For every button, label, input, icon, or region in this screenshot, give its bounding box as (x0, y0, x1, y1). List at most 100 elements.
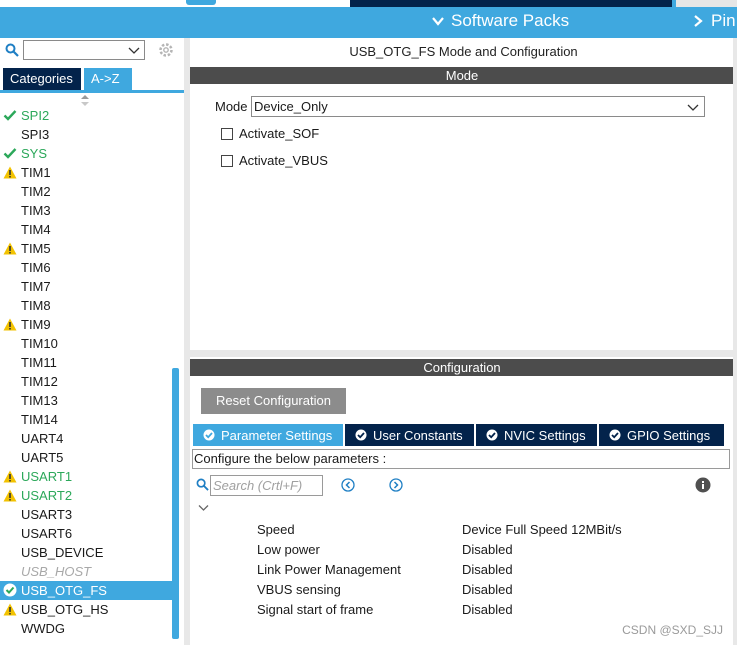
next-result-icon[interactable] (389, 478, 403, 492)
chevron-down-icon[interactable] (128, 44, 140, 56)
top-tab-strip-light (676, 0, 737, 7)
sidebar-item-label: TIM1 (21, 165, 51, 180)
configure-parameters-info: Configure the below parameters : (192, 449, 730, 469)
top-tab-strip-dark (350, 0, 672, 7)
sidebar-scrollbar-thumb[interactable] (172, 368, 179, 639)
component-list: SPI2 SPI3 SYS TIM1 TIM2 TIM3 TIM4 TIM5 TIM6 TIM7 T… (0, 106, 172, 638)
sidebar-item-tim13[interactable]: TIM13 (0, 391, 172, 410)
tab-parameter-settings[interactable]: Parameter Settings (193, 424, 343, 446)
sidebar-item-spi3[interactable]: SPI3 (0, 125, 172, 144)
sidebar-item-usart3[interactable]: USART3 (0, 505, 172, 524)
sidebar-item-uart5[interactable]: UART5 (0, 448, 172, 467)
sidebar-item-tim8[interactable]: TIM8 (0, 296, 172, 315)
sidebar-search-input[interactable] (23, 40, 145, 60)
activate-vbus-option[interactable]: Activate_VBUS (221, 153, 328, 168)
sidebar-item-label: TIM9 (21, 317, 51, 332)
previous-result-icon[interactable] (341, 478, 355, 492)
sidebar-item-tim6[interactable]: TIM6 (0, 258, 172, 277)
parameter-row[interactable]: Low power Disabled (257, 540, 717, 560)
activate-sof-checkbox[interactable] (221, 127, 233, 140)
sidebar-item-usb-otg-hs[interactable]: USB_OTG_HS (0, 600, 172, 619)
sidebar-item-label: UART5 (21, 450, 64, 465)
sidebar-item-tim7[interactable]: TIM7 (0, 277, 172, 296)
pinout-menu[interactable]: Pin (691, 11, 736, 31)
warning-icon (3, 489, 17, 502)
check-circle-icon (609, 429, 621, 441)
parameter-search-input[interactable]: Search (Crtl+F) (210, 475, 323, 496)
chevron-down-icon (432, 17, 444, 26)
sidebar-item-tim1[interactable]: TIM1 (0, 163, 172, 182)
parameter-row[interactable]: VBUS sensing Disabled (257, 580, 717, 600)
sidebar-item-label: TIM2 (21, 184, 51, 199)
tab-nvic-settings[interactable]: NVIC Settings (476, 424, 597, 446)
sidebar-item-label: TIM13 (21, 393, 58, 408)
check-circle-icon (3, 583, 17, 597)
sidebar-item-usart1[interactable]: USART1 (0, 467, 172, 486)
parameter-row[interactable]: Speed Device Full Speed 12MBit/s (257, 520, 717, 540)
check-circle-icon (486, 429, 498, 441)
parameter-name: VBUS sensing (257, 582, 341, 597)
parameter-row[interactable]: Signal start of frame Disabled (257, 600, 717, 620)
sidebar-item-label: TIM14 (21, 412, 58, 427)
tab-gpio-settings[interactable]: GPIO Settings (599, 424, 724, 446)
check-circle-icon (355, 429, 367, 441)
warning-icon (3, 166, 17, 179)
tab-a-to-z[interactable]: A->Z (84, 68, 132, 90)
sort-icon[interactable] (80, 95, 90, 106)
sidebar-item-tim3[interactable]: TIM3 (0, 201, 172, 220)
software-packs-menu[interactable]: Software Packs (431, 11, 569, 31)
parameter-name: Signal start of frame (257, 602, 374, 617)
parameter-row[interactable]: Link Power Management Disabled (257, 560, 717, 580)
parameter-value: Disabled (462, 542, 513, 557)
check-icon (3, 148, 17, 159)
sidebar-item-usart2[interactable]: USART2 (0, 486, 172, 505)
sidebar-item-label: TIM6 (21, 260, 51, 275)
reset-configuration-button[interactable]: Reset Configuration (201, 388, 346, 414)
chevron-right-icon (694, 15, 703, 27)
mode-select-value: Device_Only (254, 99, 328, 114)
info-icon[interactable] (695, 477, 711, 493)
tab-label: User Constants (373, 427, 463, 443)
sidebar-item-label: USART1 (21, 469, 73, 484)
configuration-tabs: Parameter Settings User Constants NVIC S… (193, 424, 724, 446)
sidebar-item-tim9[interactable]: TIM9 (0, 315, 172, 334)
mode-select[interactable]: Device_Only (251, 96, 705, 117)
sidebar-item-wwdg[interactable]: WWDG (0, 619, 172, 638)
tab-user-constants[interactable]: User Constants (345, 424, 474, 446)
tab-categories[interactable]: Categories (3, 68, 81, 90)
parameter-value: Disabled (462, 562, 513, 577)
sidebar-item-tim4[interactable]: TIM4 (0, 220, 172, 239)
sidebar-item-label: UART4 (21, 431, 64, 446)
sidebar-item-spi2[interactable]: SPI2 (0, 106, 172, 125)
sidebar-item-usb-host[interactable]: USB_HOST (0, 562, 172, 581)
sidebar-item-usart6[interactable]: USART6 (0, 524, 172, 543)
parameter-value: Device Full Speed 12MBit/s (462, 522, 622, 537)
component-sidebar: Categories A->Z SPI2 SPI3 SYS TIM1 TIM2 TIM3 T… (0, 38, 184, 645)
check-icon (3, 110, 17, 121)
sidebar-item-label: TIM7 (21, 279, 51, 294)
sidebar-item-label: TIM12 (21, 374, 58, 389)
sidebar-item-tim2[interactable]: TIM2 (0, 182, 172, 201)
configuration-section-header: Configuration (190, 359, 734, 376)
gear-icon[interactable] (157, 41, 175, 59)
sidebar-item-label: USART2 (21, 488, 73, 503)
warning-icon (3, 318, 17, 331)
activate-sof-option[interactable]: Activate_SOF (221, 126, 319, 141)
sidebar-item-usb-device[interactable]: USB_DEVICE (0, 543, 172, 562)
sidebar-item-tim10[interactable]: TIM10 (0, 334, 172, 353)
tab-label: GPIO Settings (627, 427, 711, 443)
sidebar-item-label: TIM11 (21, 355, 57, 370)
activate-vbus-checkbox[interactable] (221, 154, 233, 167)
parameter-name: Speed (257, 522, 295, 537)
sidebar-item-tim11[interactable]: TIM11 (0, 353, 172, 372)
sidebar-item-uart4[interactable]: UART4 (0, 429, 172, 448)
page-title: USB_OTG_FS Mode and Configuration (349, 44, 578, 59)
mode-config-splitter[interactable] (190, 350, 737, 357)
sidebar-item-tim14[interactable]: TIM14 (0, 410, 172, 429)
search-icon (5, 43, 19, 57)
sidebar-item-usb-otg-fs[interactable]: USB_OTG_FS (0, 581, 172, 600)
sidebar-item-tim12[interactable]: TIM12 (0, 372, 172, 391)
chevron-down-icon[interactable] (198, 504, 209, 512)
sidebar-item-sys[interactable]: SYS (0, 144, 172, 163)
sidebar-item-tim5[interactable]: TIM5 (0, 239, 172, 258)
